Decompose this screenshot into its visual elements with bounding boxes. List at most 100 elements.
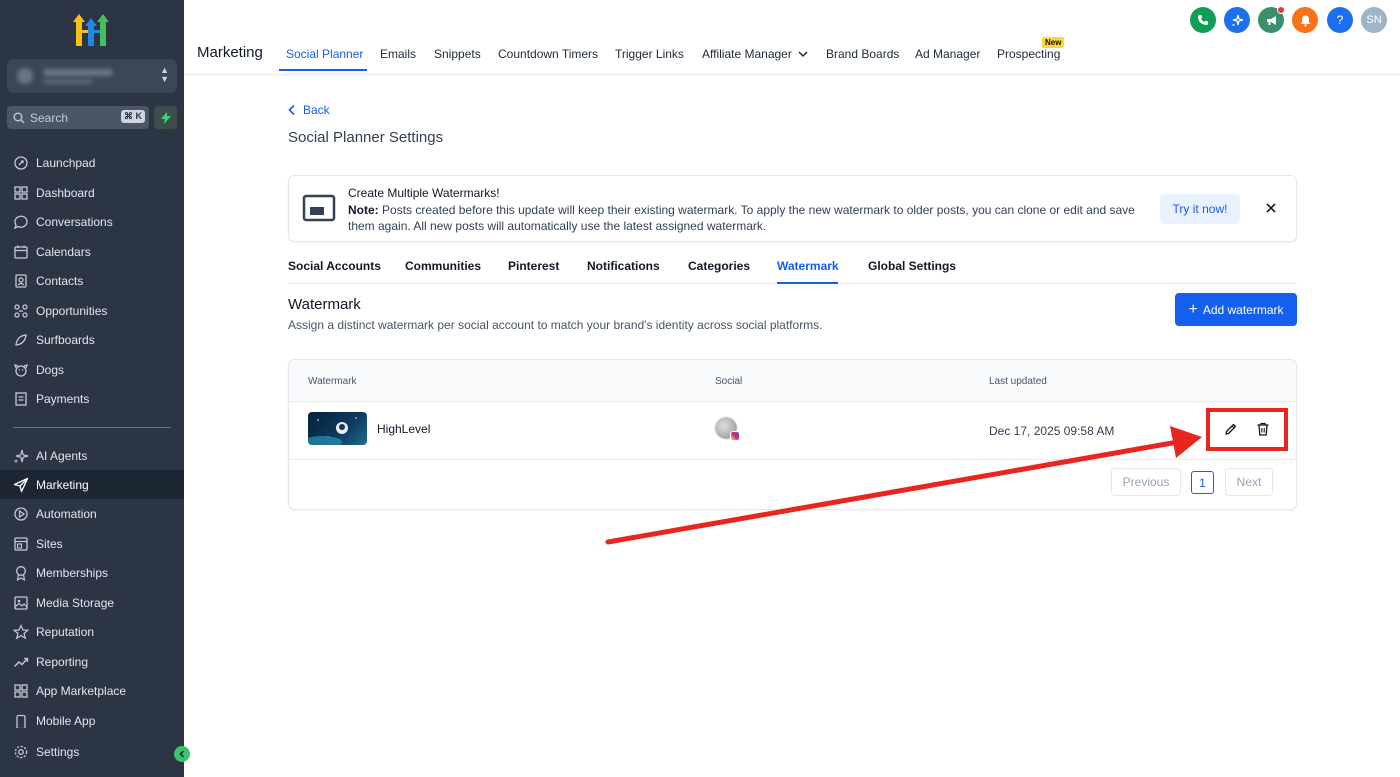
sidebar-item-conversations[interactable]: Conversations: [0, 207, 184, 236]
chevron-down-icon: [798, 50, 808, 57]
tab-snippets[interactable]: Snippets: [434, 47, 481, 61]
sidebar-item-sites[interactable]: Sites: [0, 529, 184, 558]
section-description: Assign a distinct watermark per social a…: [288, 318, 823, 332]
banner-note-text: Posts created before this update will ke…: [348, 203, 1135, 233]
subtab-global-settings[interactable]: Global Settings: [868, 259, 956, 273]
lightning-icon: [160, 111, 171, 124]
search-input[interactable]: Search ⌘ K: [7, 106, 149, 129]
ai-assistant-button[interactable]: [1224, 7, 1250, 33]
add-watermark-button[interactable]: + Add watermark: [1175, 293, 1297, 326]
tab-affiliate-manager[interactable]: Affiliate Manager: [702, 47, 808, 61]
sites-icon: [14, 536, 28, 551]
sidebar-item-surfboards[interactable]: Surfboards: [0, 325, 184, 354]
close-icon[interactable]: [1263, 200, 1279, 216]
next-page-button[interactable]: Next: [1225, 468, 1273, 496]
subtab-notifications[interactable]: Notifications: [587, 259, 660, 273]
active-tab-indicator: [279, 69, 367, 71]
quick-action-button[interactable]: [154, 106, 177, 129]
column-header-social: Social: [715, 376, 743, 387]
top-navigation: Marketing Social Planner Emails Snippets…: [184, 0, 1400, 75]
tab-trigger-links[interactable]: Trigger Links: [615, 47, 684, 61]
sidebar-item-payments[interactable]: Payments: [0, 384, 184, 413]
app-logo[interactable]: [71, 12, 113, 48]
subtab-social-accounts[interactable]: Social Accounts: [288, 259, 381, 273]
previous-page-button[interactable]: Previous: [1111, 468, 1181, 496]
active-subtab-indicator: [777, 282, 838, 284]
collapse-sidebar-button[interactable]: [174, 746, 190, 762]
section-heading: Watermark: [288, 296, 361, 313]
sidebar: ▲ ▼ Search ⌘ K Launchpad Dashboard Conver…: [0, 0, 184, 777]
chevron-updown-icon: ▲ ▼: [160, 65, 169, 84]
picture-in-picture-icon: [302, 194, 336, 222]
sidebar-item-label: Contacts: [36, 273, 84, 288]
sidebar-item-opportunities[interactable]: Opportunities: [0, 296, 184, 325]
account-switcher[interactable]: ▲ ▼: [7, 59, 177, 93]
sidebar-item-settings[interactable]: Settings: [0, 737, 184, 766]
tab-emails[interactable]: Emails: [380, 47, 416, 61]
sidebar-item-mobile-app[interactable]: Mobile App: [0, 706, 184, 728]
sidebar-item-launchpad[interactable]: Launchpad: [0, 148, 184, 177]
page-number-button[interactable]: 1: [1191, 471, 1214, 494]
try-it-now-button[interactable]: Try it now!: [1160, 194, 1240, 224]
sidebar-item-marketing[interactable]: Marketing: [0, 470, 184, 499]
sidebar-item-label: Media Storage: [36, 595, 115, 610]
rocket-icon: [14, 155, 28, 170]
funnel-icon: [14, 303, 28, 318]
user-avatar[interactable]: SN: [1361, 7, 1387, 33]
subtab-watermark[interactable]: Watermark: [777, 259, 839, 273]
sidebar-item-label: Conversations: [36, 214, 113, 229]
sidebar-item-reputation[interactable]: Reputation: [0, 617, 184, 646]
sidebar-item-ai-agents[interactable]: AI Agents: [0, 441, 184, 470]
watermark-table: Watermark Social Last updated HighLevel …: [288, 359, 1297, 510]
bell-icon: [1300, 15, 1310, 26]
tab-label: Affiliate Manager: [702, 47, 792, 61]
sidebar-item-label: AI Agents: [36, 448, 88, 463]
chevron-left-icon: [179, 750, 185, 758]
subtab-pinterest[interactable]: Pinterest: [508, 259, 559, 273]
trend-icon: [14, 657, 29, 667]
sidebar-item-label: Marketing: [36, 477, 89, 492]
chevron-left-icon: [288, 104, 295, 116]
highlight-box-annotation: [1206, 408, 1288, 451]
announcements-button[interactable]: [1258, 6, 1285, 33]
banner-title: Create Multiple Watermarks!: [348, 186, 500, 200]
sparkle-icon: [1232, 14, 1243, 26]
help-button[interactable]: ?: [1327, 7, 1353, 33]
back-link[interactable]: Back: [287, 103, 330, 117]
last-updated: Dec 17, 2025 09:58 AM: [989, 424, 1115, 438]
sidebar-item-dashboard[interactable]: Dashboard: [0, 178, 184, 207]
megaphone-icon: [1266, 15, 1276, 25]
sidebar-item-label: Memberships: [36, 565, 109, 580]
add-watermark-label: Add watermark: [1202, 302, 1284, 317]
sidebar-item-media-storage[interactable]: Media Storage: [0, 588, 184, 617]
tab-prospecting[interactable]: Prospecting: [997, 47, 1060, 61]
sidebar-item-dogs[interactable]: Dogs: [0, 355, 184, 384]
notifications-button[interactable]: [1292, 7, 1318, 33]
gear-icon: [14, 745, 28, 758]
sidebar-item-reporting[interactable]: Reporting: [0, 647, 184, 676]
page-title: Social Planner Settings: [288, 129, 444, 146]
star-icon: [13, 623, 29, 639]
phone-icon: [1198, 15, 1208, 25]
account-address-redacted: [43, 79, 93, 84]
tab-countdown-timers[interactable]: Countdown Timers: [498, 47, 598, 61]
tab-social-planner[interactable]: Social Planner: [286, 47, 363, 61]
apps-icon: [14, 683, 28, 698]
tab-brand-boards[interactable]: Brand Boards: [826, 47, 899, 61]
notification-dot: [1277, 6, 1285, 14]
sidebar-item-label: Reputation: [36, 624, 95, 639]
tab-ad-manager[interactable]: Ad Manager: [915, 47, 980, 61]
phone-button[interactable]: [1190, 7, 1216, 33]
sidebar-item-automation[interactable]: Automation: [0, 499, 184, 528]
sidebar-item-label: Sites: [36, 536, 63, 551]
sidebar-item-contacts[interactable]: Contacts: [0, 266, 184, 295]
subtab-categories[interactable]: Categories: [688, 259, 750, 273]
mobile-icon: [16, 714, 26, 728]
sidebar-item-memberships[interactable]: Memberships: [0, 558, 184, 587]
subtab-communities[interactable]: Communities: [405, 259, 481, 273]
sidebar-item-app-marketplace[interactable]: App Marketplace: [0, 676, 184, 705]
search-placeholder: Search: [30, 110, 69, 125]
sidebar-item-calendars[interactable]: Calendars: [0, 237, 184, 266]
watermark-name: HighLevel: [377, 422, 431, 436]
column-header-last-updated: Last updated: [989, 376, 1047, 387]
